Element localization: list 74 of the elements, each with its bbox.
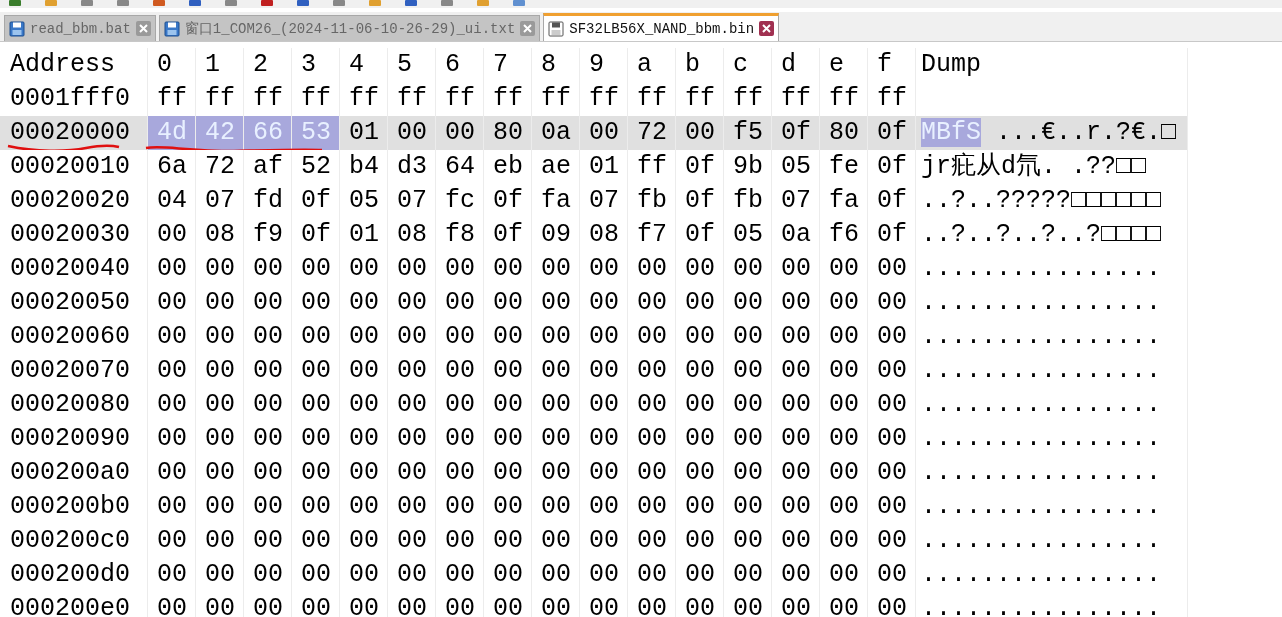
address-cell: 00020070 (10, 356, 131, 385)
address-cell: 00020050 (10, 288, 131, 317)
selected-dump-text: MBfS (921, 118, 981, 147)
address-cell: 00020090 (10, 424, 131, 453)
byte-cell: 0f (772, 116, 820, 150)
byte-cell: 80 (484, 116, 532, 150)
byte-cell: 0a (532, 116, 580, 150)
dump-text: ................ (921, 424, 1162, 453)
byte-cell: 01 (340, 116, 388, 150)
byte-cell: 00 (724, 592, 772, 617)
byte-cell: 00 (772, 592, 820, 617)
address-cell: 000200e0 (10, 594, 131, 617)
byte-cell: 00 (340, 592, 388, 617)
byte-cell: 00 (484, 592, 532, 617)
byte-cell: 00 (580, 116, 628, 150)
byte-cell: 72 (628, 116, 676, 150)
dump-text: ................ (921, 322, 1162, 351)
address-cell: 00020000 (10, 118, 131, 147)
dump-text: ................ (921, 594, 1162, 617)
byte-cell: 00 (868, 592, 916, 617)
byte-cell: 00 (628, 592, 676, 617)
toolbar-button-icon[interactable] (260, 0, 274, 8)
dump-text: ................ (921, 458, 1162, 487)
byte-cell: 00 (196, 592, 244, 617)
byte-cell: 00 (580, 592, 628, 617)
byte-cell: 00 (820, 592, 868, 617)
address-cell: 000200a0 (10, 458, 131, 487)
toolbar-button-icon[interactable] (116, 0, 130, 8)
byte-cell: 0f (868, 116, 916, 150)
toolbar-button-icon[interactable] (80, 0, 94, 8)
address-cell: 00020060 (10, 322, 131, 351)
toolbar-button-icon[interactable] (8, 0, 22, 8)
byte-cell: 00 (388, 592, 436, 617)
toolbar-button-icon[interactable] (512, 0, 526, 8)
file-tab[interactable]: SF32LB56X_NAND_bbm.bin (543, 13, 780, 41)
address-cell: 000200b0 (10, 492, 131, 521)
toolbar-button-icon[interactable] (152, 0, 166, 8)
dump-text: ................ (921, 356, 1162, 385)
address-cell: 00020020 (10, 186, 131, 215)
byte-cell: 80 (820, 116, 868, 150)
dump-text: ..?..?..?..?□□□□ (921, 220, 1162, 249)
address-cell: 00020080 (10, 390, 131, 419)
byte-cell: 00 (676, 592, 724, 617)
byte-cell: 00 (244, 592, 292, 617)
byte-cell: 00 (148, 592, 196, 617)
dump-text: ................ (921, 560, 1162, 589)
dump-text: ................ (921, 492, 1162, 521)
dump-text: ................ (921, 288, 1162, 317)
address-cell: 000200d0 (10, 560, 131, 589)
byte-cell: 00 (676, 116, 724, 150)
toolbar-button-icon[interactable] (224, 0, 238, 8)
dump-text: jr疪从d氘. .??□□ (921, 152, 1147, 181)
dump-text: ................ (921, 390, 1162, 419)
address-cell: 00020010 (10, 152, 131, 181)
dump-text: ...€..r.?€.□ (996, 118, 1177, 147)
toolbar-button-icon[interactable] (404, 0, 418, 8)
toolbar-button-icon[interactable] (440, 0, 454, 8)
address-cell: 0001fff0 (10, 84, 131, 113)
byte-cell: 00 (436, 116, 484, 150)
toolbar-button-icon[interactable] (188, 0, 202, 8)
close-icon[interactable] (759, 21, 775, 36)
dump-text: ..?..?????□□□□□□ (921, 186, 1162, 215)
byte-cell: 00 (436, 592, 484, 617)
toolbar-button-icon[interactable] (332, 0, 346, 8)
dump-text: ................ (921, 254, 1162, 283)
address-cell: 00020030 (10, 220, 131, 249)
address-cell: 000200c0 (10, 526, 131, 555)
byte-cell: 00 (292, 592, 340, 617)
byte-cell: f5 (724, 116, 772, 150)
dump-text: ................ (921, 526, 1162, 555)
toolbar-button-icon[interactable] (296, 0, 310, 8)
byte-cell: 00 (532, 592, 580, 617)
address-cell: 00020040 (10, 254, 131, 283)
byte-cell: 00 (388, 116, 436, 150)
